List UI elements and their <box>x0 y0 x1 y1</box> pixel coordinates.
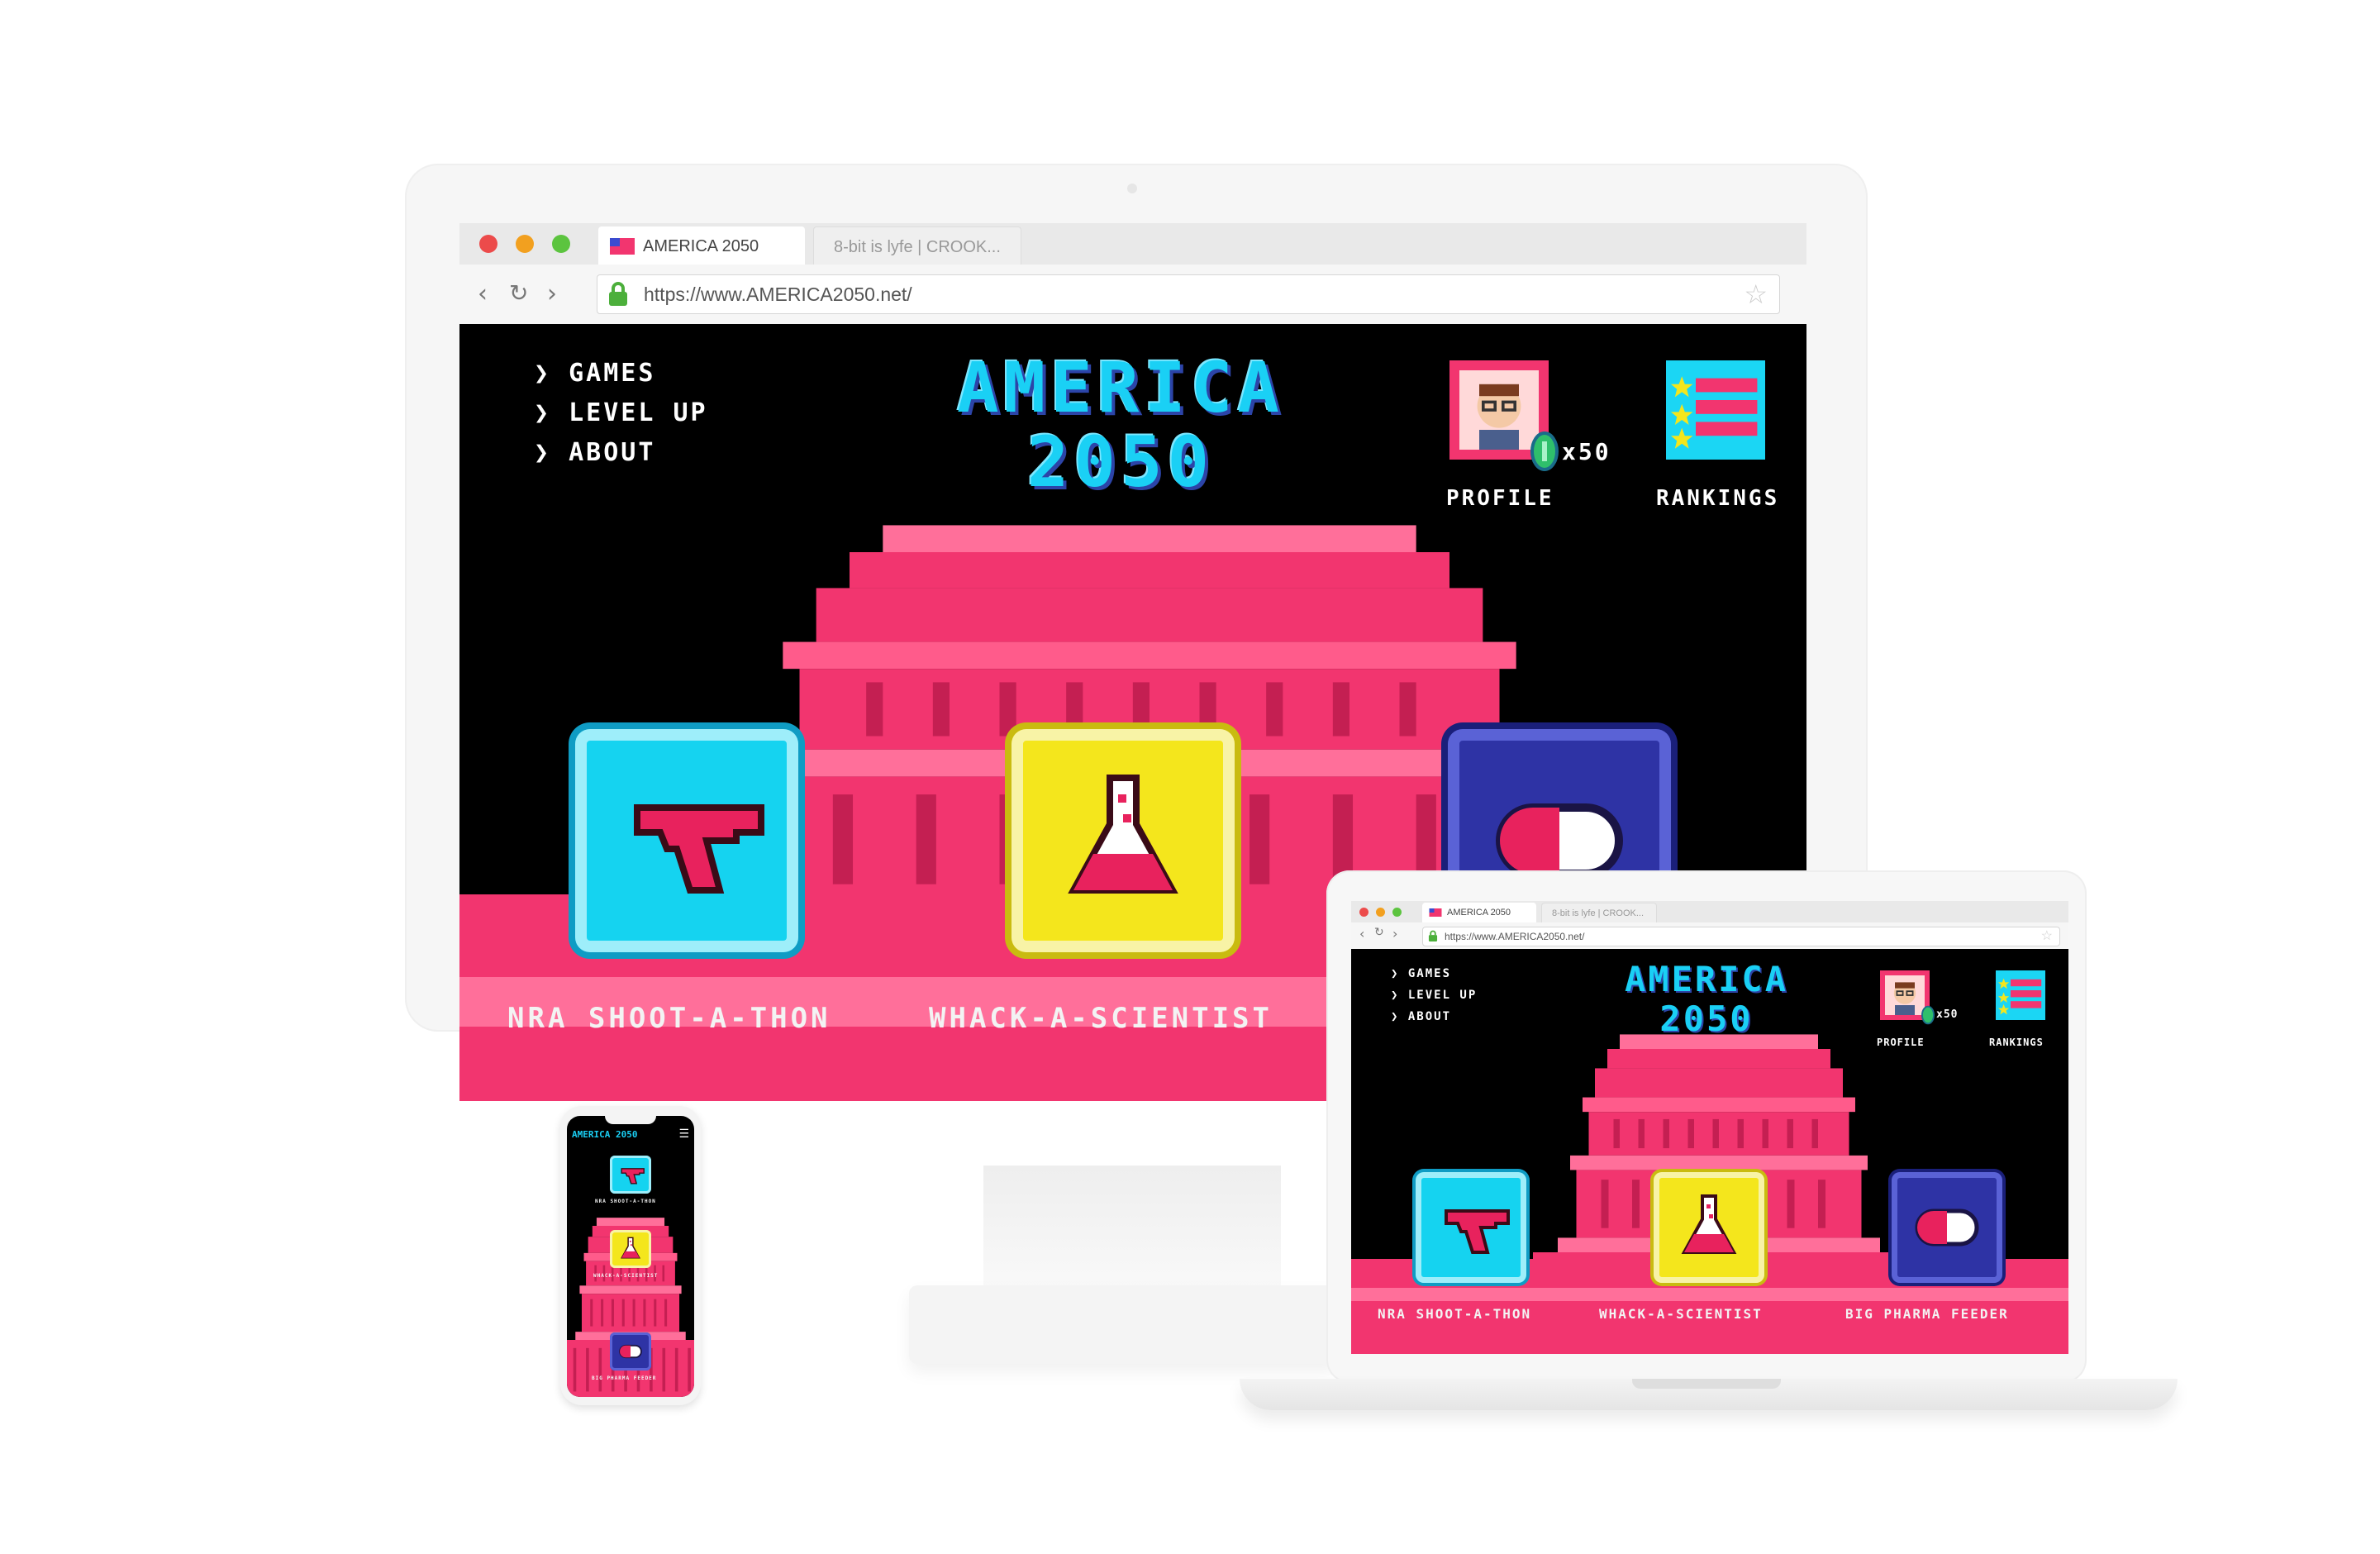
big-pharma-feeder-label[interactable]: BIG PHARMA FEEDER <box>592 1375 656 1381</box>
url-field[interactable]: https://www.AMERICA2050.net/ ☆ <box>1422 927 2060 946</box>
gun-icon <box>621 1168 645 1185</box>
close-window-button[interactable] <box>1359 908 1368 917</box>
menu-about[interactable]: ❯ ABOUT <box>534 438 655 467</box>
profile-label[interactable]: PROFILE <box>1446 486 1554 511</box>
coin-icon <box>1530 431 1559 471</box>
site-title-line1: AMERICA <box>956 347 1284 428</box>
tab-label: AMERICA 2050 <box>643 237 759 255</box>
big-pharma-feeder-tile[interactable] <box>1892 1172 2002 1283</box>
pill-icon <box>1906 1186 1988 1269</box>
nra-shoot-a-thon-label[interactable]: NRA SHOOT-A-THON <box>507 1002 831 1035</box>
menu-level-up[interactable]: ❯ LEVEL UP <box>1391 989 1477 1002</box>
whack-a-scientist-label[interactable]: WHACK-A-SCIENTIST <box>929 1002 1273 1035</box>
lock-icon <box>1428 930 1438 941</box>
nra-shoot-a-thon-label[interactable]: NRA SHOOT-A-THON <box>1378 1306 1531 1322</box>
rankings-icon[interactable] <box>1996 970 2045 1020</box>
rankings-label[interactable]: RANKINGS <box>1656 486 1779 511</box>
whack-a-scientist-tile[interactable] <box>1011 729 1235 952</box>
address-bar-row: ‹ ↻ › https://www.AMERICA2050.net/ ☆ <box>1351 922 2068 950</box>
ground-band-stripe <box>1351 1288 2068 1301</box>
bookmark-star-icon[interactable]: ☆ <box>1744 279 1768 310</box>
tab-america-2050[interactable]: AMERICA 2050 <box>598 226 805 265</box>
coin-count: x50 <box>1562 438 1611 465</box>
rankings-label[interactable]: RANKINGS <box>1989 1037 2044 1048</box>
tab-strip: AMERICA 2050 8-bit is lyfe | CROOK... <box>1351 901 2068 922</box>
flask-icon <box>1683 1194 1735 1254</box>
url-field[interactable]: https://www.AMERICA2050.net/ ☆ <box>597 274 1780 314</box>
tab-label: AMERICA 2050 <box>1447 908 1511 918</box>
menu-games[interactable]: ❯ GAMES <box>534 359 655 388</box>
forward-icon[interactable]: › <box>547 279 557 308</box>
tab-label: 8-bit is lyfe | CROOK... <box>1552 908 1645 918</box>
flag-icon <box>610 238 635 255</box>
forward-icon[interactable]: › <box>1392 926 1397 941</box>
maximize-window-button[interactable] <box>552 235 570 253</box>
mobile-header: AMERICA 2050 ☰ <box>567 1127 694 1144</box>
profile-label[interactable]: PROFILE <box>1877 1037 1925 1048</box>
menu-about[interactable]: ❯ ABOUT <box>1391 1010 1451 1023</box>
reload-icon[interactable]: ↻ <box>509 279 528 307</box>
coin-count: x50 <box>1936 1008 1959 1021</box>
whack-a-scientist-label[interactable]: WHACK-A-SCIENTIST <box>1599 1306 1763 1322</box>
back-icon[interactable]: ‹ <box>478 279 488 308</box>
chevron-right-icon: ❯ <box>534 359 569 388</box>
whack-a-scientist-tile[interactable] <box>1654 1172 1764 1283</box>
maximize-window-button[interactable] <box>1392 908 1402 917</box>
big-pharma-feeder-label[interactable]: BIG PHARMA FEEDER <box>1845 1306 2009 1322</box>
hamburger-menu-icon[interactable]: ☰ <box>678 1127 689 1141</box>
chevron-right-icon: ❯ <box>1391 967 1408 980</box>
chevron-right-icon: ❯ <box>534 398 569 427</box>
menu-level-up[interactable]: ❯ LEVEL UP <box>534 398 708 427</box>
flask-icon <box>621 1237 640 1259</box>
reload-icon[interactable]: ↻ <box>1374 926 1384 939</box>
phone-site-screen: AMERICA 2050 ☰ NRA SHOOT-A-THON WHACK-A-… <box>567 1116 694 1397</box>
site-title-line2: 2050 <box>1026 422 1215 503</box>
laptop-browser-window: AMERICA 2050 8-bit is lyfe | CROOK... ‹ … <box>1351 901 2068 1354</box>
gun-icon <box>1445 1209 1510 1254</box>
rankings-icon[interactable] <box>1666 360 1765 460</box>
minimize-window-button[interactable] <box>1376 908 1385 917</box>
flag-icon <box>1429 908 1442 917</box>
address-bar-row: ‹ ↻ › https://www.AMERICA2050.net/ ☆ <box>459 265 1806 325</box>
nra-shoot-a-thon-tile[interactable] <box>610 1156 651 1194</box>
flask-icon <box>1040 758 1206 923</box>
url-text: https://www.AMERICA2050.net/ <box>1445 931 1585 942</box>
site-title-line1: AMERICA <box>1624 959 1788 999</box>
phone-notch <box>605 1114 656 1124</box>
back-icon[interactable]: ‹ <box>1359 926 1364 941</box>
tab-8-bit-is-lyfe[interactable]: 8-bit is lyfe | CROOK... <box>813 226 1021 265</box>
big-pharma-feeder-tile[interactable] <box>610 1332 651 1370</box>
mobile-title: AMERICA 2050 <box>572 1129 638 1140</box>
coin-icon <box>1921 1005 1935 1025</box>
nra-shoot-a-thon-tile[interactable] <box>575 729 798 952</box>
camera-icon <box>1127 184 1137 193</box>
chevron-right-icon: ❯ <box>534 438 569 467</box>
tab-strip: AMERICA 2050 8-bit is lyfe | CROOK... <box>459 223 1806 265</box>
menu-games[interactable]: ❯ GAMES <box>1391 967 1451 980</box>
site-title-line2: 2050 <box>1659 999 1754 1039</box>
tab-america-2050[interactable]: AMERICA 2050 <box>1422 903 1536 922</box>
laptop-opening-notch <box>1632 1379 1781 1389</box>
whack-a-scientist-label[interactable]: WHACK-A-SCIENTIST <box>593 1273 658 1279</box>
chevron-right-icon: ❯ <box>1391 989 1408 1002</box>
america2050-site: ❯ GAMES ❯ LEVEL UP ❯ ABOUT AMERICA 2050 … <box>1351 949 2068 1354</box>
nra-shoot-a-thon-label[interactable]: NRA SHOOT-A-THON <box>595 1199 656 1204</box>
pill-icon <box>619 1344 642 1359</box>
close-window-button[interactable] <box>479 235 497 253</box>
monitor-stand-foot <box>909 1285 1339 1364</box>
nra-shoot-a-thon-tile[interactable] <box>1416 1172 1526 1283</box>
tab-label: 8-bit is lyfe | CROOK... <box>834 238 1001 256</box>
whack-a-scientist-tile[interactable] <box>610 1230 651 1268</box>
bookmark-star-icon[interactable]: ☆ <box>2041 927 2053 944</box>
url-text: https://www.AMERICA2050.net/ <box>644 284 912 305</box>
gun-icon <box>604 758 769 923</box>
monitor-stand-neck <box>983 1166 1281 1289</box>
minimize-window-button[interactable] <box>516 235 534 253</box>
chevron-right-icon: ❯ <box>1391 1010 1408 1023</box>
lock-icon <box>609 282 627 306</box>
tab-8-bit-is-lyfe[interactable]: 8-bit is lyfe | CROOK... <box>1541 903 1657 922</box>
